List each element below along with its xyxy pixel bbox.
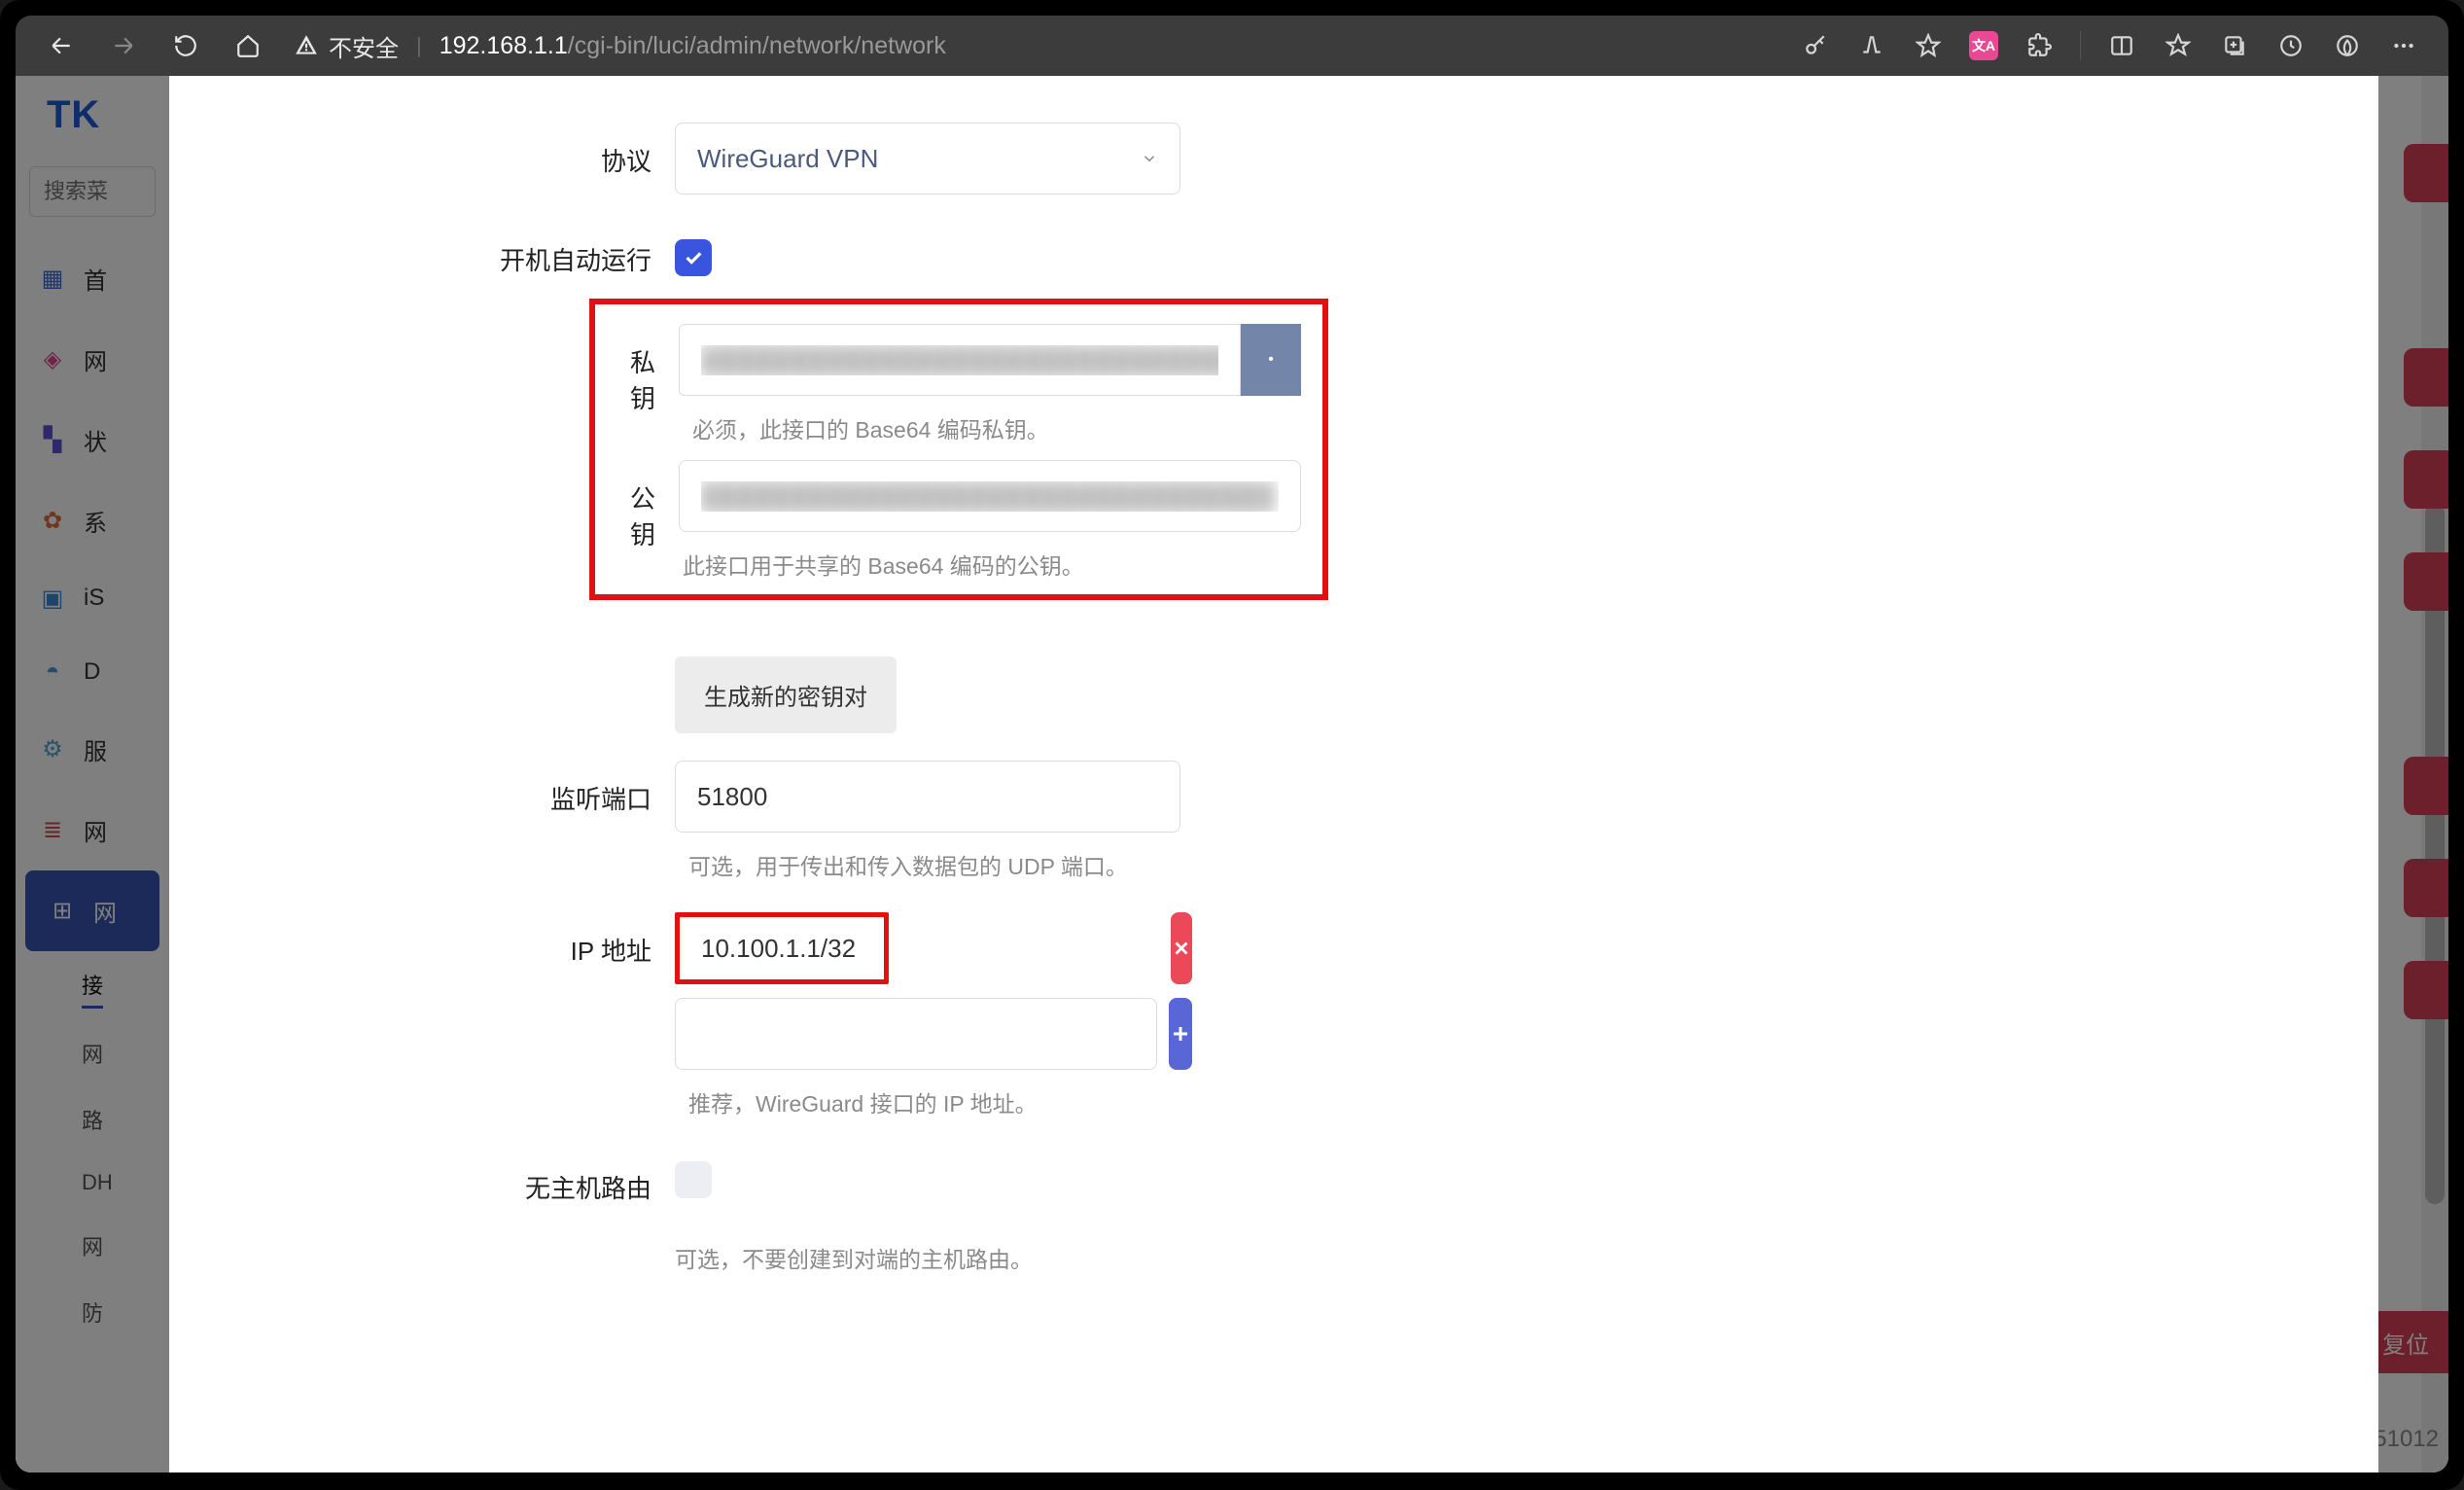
back-button[interactable] — [45, 29, 78, 62]
protocol-label: 协议 — [169, 123, 675, 178]
performance-icon[interactable] — [2332, 30, 2363, 61]
collections-icon[interactable] — [2219, 30, 2250, 61]
no-host-route-checkbox[interactable] — [675, 1161, 712, 1198]
private-key-input[interactable] — [679, 324, 1241, 396]
refresh-button[interactable] — [169, 29, 202, 62]
url-separator: | — [416, 33, 422, 58]
public-key-input[interactable] — [679, 460, 1301, 532]
ip-addr-input[interactable] — [675, 912, 889, 984]
public-key-hint: 此接口用于共享的 Base64 编码的公钥。 — [679, 532, 1301, 585]
ip-addr-label: IP 地址 — [169, 912, 675, 968]
security-label: 不安全 — [329, 29, 399, 63]
no-host-route-hint: 可选，不要创建到对端的主机路由。 — [675, 1225, 1297, 1278]
private-key-reveal-button[interactable]: • — [1241, 324, 1301, 396]
translate-badge[interactable]: 文A — [1969, 31, 1998, 60]
add-ip-button[interactable] — [1169, 998, 1192, 1070]
extensions-icon[interactable] — [2024, 30, 2055, 61]
menu-icon[interactable] — [2388, 30, 2419, 61]
read-aloud-icon[interactable] — [1856, 30, 1887, 61]
forward-button[interactable] — [107, 29, 140, 62]
url-bar[interactable]: 192.168.1.1/cgi-bin/luci/admin/network/n… — [440, 32, 946, 60]
no-host-route-label: 无主机路由 — [169, 1150, 675, 1205]
chevron-down-icon — [1141, 144, 1158, 174]
modal: 协议 WireGuard VPN 开机自动运行 私钥 — [169, 76, 2378, 1472]
url-host: 192.168.1.1 — [440, 32, 568, 59]
home-button[interactable] — [231, 29, 264, 62]
history-icon[interactable] — [2275, 30, 2306, 61]
listen-port-label: 监听端口 — [169, 761, 675, 816]
protocol-select[interactable]: WireGuard VPN — [675, 123, 1180, 195]
ip-addr-new-input[interactable] — [675, 998, 1157, 1070]
split-screen-icon[interactable] — [2106, 30, 2137, 61]
favorites-icon[interactable] — [2163, 30, 2194, 61]
public-key-label: 公钥 — [616, 460, 679, 551]
protocol-value: WireGuard VPN — [697, 144, 878, 174]
listen-port-input[interactable] — [675, 761, 1180, 833]
ip-addr-hint: 推荐，WireGuard 接口的 IP 地址。 — [675, 1070, 1297, 1122]
generate-keypair-button[interactable]: 生成新的密钥对 — [675, 656, 897, 733]
url-path: /cgi-bin/luci/admin/network/network — [568, 32, 946, 59]
private-key-hint: 必须，此接口的 Base64 编码私钥。 — [679, 396, 1301, 448]
star-icon[interactable] — [1913, 30, 1944, 61]
autostart-label: 开机自动运行 — [169, 222, 675, 277]
listen-port-hint: 可选，用于传出和传入数据包的 UDP 端口。 — [675, 833, 1297, 885]
private-key-label: 私钥 — [616, 324, 679, 415]
security-badge[interactable]: 不安全 — [294, 29, 399, 63]
key-icon[interactable] — [1800, 30, 1831, 61]
remove-ip-button[interactable] — [1171, 912, 1192, 984]
autostart-checkbox[interactable] — [675, 239, 712, 276]
